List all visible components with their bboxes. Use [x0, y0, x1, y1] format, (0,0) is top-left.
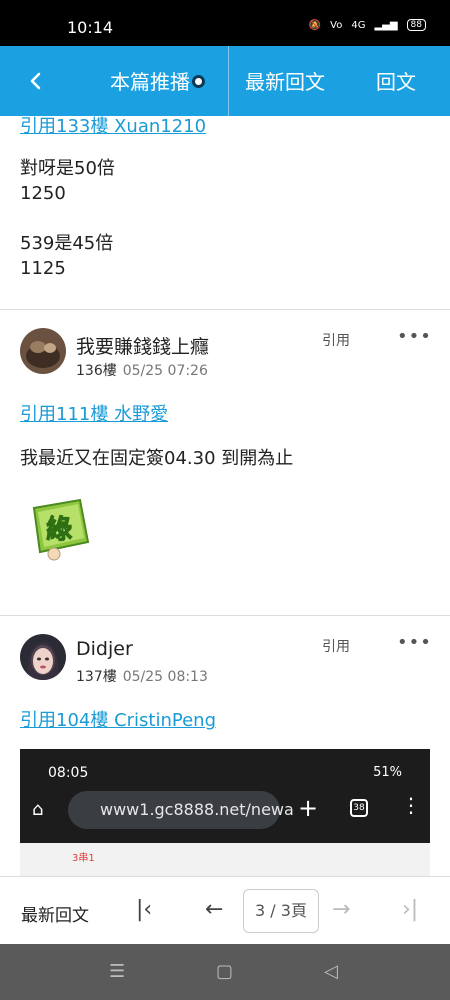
screenshot-url-bar: www1.gc8888.net/newa	[68, 791, 294, 829]
first-page-icon[interactable]: |‹	[136, 897, 152, 922]
author-name[interactable]: Didjer	[76, 638, 133, 660]
prev-page-icon[interactable]: ←	[205, 897, 223, 922]
back-icon[interactable]	[22, 67, 50, 95]
quote-button[interactable]: 引用	[322, 330, 350, 350]
tab-reply[interactable]: 回文	[376, 68, 416, 96]
screenshot-status-time: 08:05	[48, 765, 89, 781]
green-sticker-icon: 綠	[32, 498, 90, 561]
menu-icon: ⋮	[401, 793, 421, 817]
avatar[interactable]	[20, 328, 66, 374]
post-divider	[0, 309, 450, 310]
status-icons: 🔕 Vo 4G ▂▄▆ 88	[309, 19, 426, 31]
post-divider	[0, 615, 450, 616]
battery-icon: 88	[406, 19, 426, 31]
last-page-icon: ›|	[402, 897, 419, 922]
screenshot-page-text: 3串1	[72, 853, 95, 864]
post-time: 05/25 08:13	[122, 669, 208, 685]
quote-link[interactable]: 引用111樓 水野愛	[20, 400, 168, 426]
screenshot-battery: 51%	[373, 765, 402, 780]
mute-icon: 🔕	[308, 19, 322, 31]
next-page-icon: →	[332, 897, 351, 922]
system-nav-bar: ☰ ▢ ◁	[0, 944, 450, 1000]
more-options-icon[interactable]: •••	[397, 326, 432, 347]
plus-icon: +	[298, 794, 319, 822]
screenshot-page: 3串1	[20, 843, 430, 876]
author-name[interactable]: 我要賺錢錢上癮	[76, 332, 209, 359]
tab-broadcast-label: 本篇推播	[110, 70, 190, 94]
floor-number: 137樓	[76, 669, 117, 685]
sticker-label: 綠	[46, 514, 72, 545]
recents-icon[interactable]: ☰	[109, 961, 125, 982]
home-icon: ⌂	[32, 799, 44, 820]
floor-number: 136樓	[76, 363, 117, 379]
network-label: 4G	[351, 19, 366, 31]
attached-screenshot[interactable]: 08:05 51% ⌂ www1.gc8888.net/newa + 38 ⋮ …	[20, 749, 430, 876]
post-meta: 136樓 05/25 07:26	[76, 360, 208, 380]
broadcast-toggle-icon[interactable]	[192, 75, 205, 88]
quote-button[interactable]: 引用	[322, 636, 350, 656]
tab-broadcast[interactable]: 本篇推播	[110, 68, 205, 96]
home-nav-icon[interactable]: ▢	[216, 961, 233, 982]
post-meta: 137樓 05/25 08:13	[76, 666, 208, 686]
status-time: 10:14	[67, 18, 114, 37]
volte-icon: Vo	[330, 19, 343, 31]
tab-latest-replies[interactable]: 最新回文	[245, 68, 325, 96]
status-bar: 10:14 🔕 Vo 4G ▂▄▆ 88	[0, 0, 450, 46]
page-indicator[interactable]: 3 / 3頁	[243, 889, 319, 933]
back-nav-icon[interactable]: ◁	[324, 961, 338, 982]
quote-link[interactable]: 引用104樓 CristinPeng	[20, 706, 216, 732]
post-body: 對呀是50倍 1250 539是45倍 1125	[20, 158, 115, 279]
thread-content: 引用133樓 Xuan1210 對呀是50倍 1250 539是45倍 1125…	[0, 116, 450, 876]
app-header: 本篇推播 最新回文 回文	[0, 46, 450, 116]
latest-replies-button[interactable]: 最新回文	[21, 901, 89, 926]
more-options-icon[interactable]: •••	[397, 632, 432, 653]
avatar[interactable]	[20, 634, 66, 680]
tab-count-icon: 38	[350, 799, 368, 817]
signal-icon: ▂▄▆	[374, 19, 398, 31]
pagination-bar: 最新回文 |‹ ← 3 / 3頁 → ›|	[0, 876, 450, 944]
header-divider	[228, 46, 229, 116]
post-body: 我最近又在固定簽04.30 到開為止	[20, 448, 294, 469]
post-time: 05/25 07:26	[122, 363, 208, 379]
quote-link[interactable]: 引用133樓 Xuan1210	[20, 116, 206, 138]
